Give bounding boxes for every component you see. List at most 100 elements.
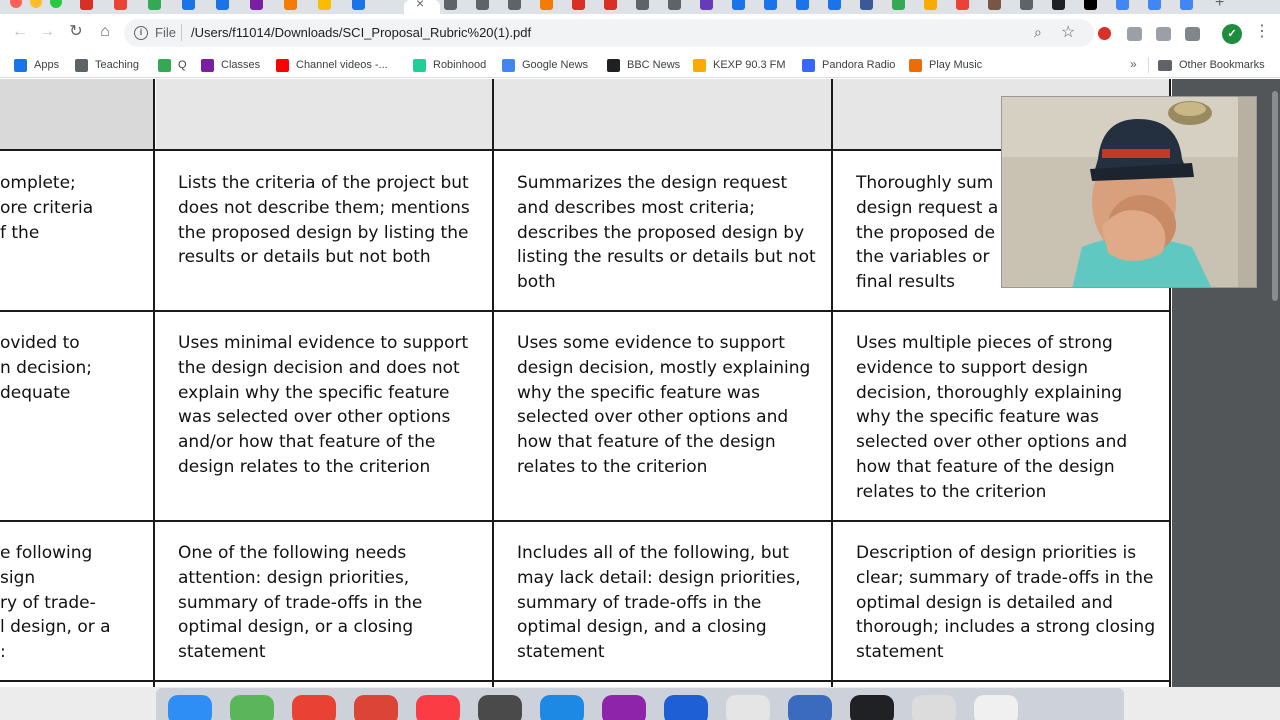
- bookmark-label: Channel videos -...: [296, 59, 388, 71]
- bookmark-item[interactable]: Apps: [14, 56, 59, 74]
- dock-app-icon[interactable]: [292, 695, 336, 720]
- tab-favicon-icon[interactable]: [250, 0, 263, 10]
- tab-favicon-icon[interactable]: [1052, 0, 1065, 10]
- tab-favicon-icon[interactable]: [604, 0, 617, 10]
- bookmark-item[interactable]: Classes: [201, 56, 260, 74]
- tab-favicon-icon[interactable]: [636, 0, 649, 10]
- bookmark-item[interactable]: Google News: [502, 56, 588, 74]
- tab-favicon-icon[interactable]: [1084, 0, 1097, 10]
- news-icon: [502, 58, 515, 72]
- forward-button[interactable]: →: [37, 23, 57, 41]
- address-bar[interactable]: i File /Users/f11014/Downloads/SCI_Propo…: [124, 19, 1094, 47]
- rubric-cell-r2-c3: Uses multiple pieces of strong evidence …: [856, 333, 1128, 502]
- scrollbar-thumb[interactable]: [1272, 91, 1278, 301]
- menu-icon[interactable]: ⋮: [1254, 23, 1270, 41]
- tab-favicon-icon[interactable]: [1180, 0, 1193, 10]
- bookmark-star-icon[interactable]: ☆: [1061, 22, 1075, 42]
- tab-favicon-icon[interactable]: [1116, 0, 1129, 10]
- tab-favicon-icon[interactable]: [860, 0, 873, 10]
- dock-app-icon[interactable]: [912, 695, 956, 720]
- tab-favicon-icon[interactable]: [540, 0, 553, 10]
- tab-favicon-icon[interactable]: [764, 0, 777, 10]
- new-tab-button[interactable]: +: [1215, 0, 1224, 11]
- extension-grid-icon[interactable]: [1156, 27, 1171, 41]
- zoom-icon[interactable]: ⌕: [1034, 24, 1042, 41]
- bookmark-item[interactable]: KEXP 90.3 FM: [693, 56, 786, 74]
- extension-record-icon[interactable]: [1098, 27, 1111, 40]
- tab-favicon-icon[interactable]: [284, 0, 297, 10]
- tab-favicon-icon[interactable]: [732, 0, 745, 10]
- dock-app-icon[interactable]: [726, 695, 770, 720]
- home-button[interactable]: ⌂: [95, 23, 115, 41]
- bookmark-item[interactable]: Teaching: [75, 56, 139, 74]
- tab-favicon-icon[interactable]: [988, 0, 1001, 10]
- profile-avatar[interactable]: ✓: [1222, 24, 1242, 44]
- tab-favicon-icon[interactable]: [508, 0, 521, 10]
- extension-cast-icon[interactable]: [1127, 27, 1142, 41]
- bookmark-item[interactable]: Channel videos -...: [276, 56, 388, 74]
- tab-favicon-icon[interactable]: [114, 0, 127, 10]
- extension-g-icon[interactable]: [1185, 27, 1200, 41]
- url-separator: [181, 24, 182, 41]
- bookmark-item[interactable]: Play Music: [909, 56, 982, 74]
- browser-toolbar: ← → ↻ ⌂ i File /Users/f11014/Downloads/S…: [0, 14, 1280, 52]
- bookmark-item[interactable]: Pandora Radio: [802, 56, 895, 74]
- tab-favicon-icon[interactable]: [892, 0, 905, 10]
- tab-favicon-icon[interactable]: [924, 0, 937, 10]
- bookmark-item[interactable]: Q: [158, 56, 187, 74]
- bookmarks-overflow-icon[interactable]: »: [1130, 57, 1137, 71]
- tab-favicon-icon[interactable]: [1020, 0, 1033, 10]
- tab-favicon-icon[interactable]: [796, 0, 809, 10]
- dock-app-icon[interactable]: [664, 695, 708, 720]
- bookmark-label: Google News: [522, 59, 589, 71]
- tab-favicon-icon[interactable]: [572, 0, 585, 10]
- tab-favicon-icon[interactable]: [828, 0, 841, 10]
- tab-favicon-icon[interactable]: [148, 0, 161, 10]
- tab-favicon-icon[interactable]: [668, 0, 681, 10]
- rubric-cell-r3-c2: Includes all of the following, but may l…: [517, 543, 801, 663]
- url-text[interactable]: /Users/f11014/Downloads/SCI_Proposal_Rub…: [191, 25, 531, 40]
- bookmark-label: Apps: [34, 59, 60, 71]
- minimize-window-button[interactable]: [30, 0, 42, 8]
- dock-app-icon[interactable]: [974, 695, 1018, 720]
- tab-favicon-icon[interactable]: [318, 0, 331, 10]
- dock-app-icon[interactable]: [168, 695, 212, 720]
- tab-favicon-icon[interactable]: [956, 0, 969, 10]
- cell-line: e following: [0, 543, 93, 563]
- webcam-overlay: [1001, 96, 1257, 288]
- dock-app-icon[interactable]: [416, 695, 460, 720]
- tab-favicon-icon[interactable]: [352, 0, 365, 10]
- classes-icon: [201, 58, 214, 72]
- dock-app-icon[interactable]: [230, 695, 274, 720]
- rubric-cell-r1-c1: Lists the criteria of the project but do…: [178, 173, 470, 268]
- rubric-cell-r1-c2: Summarizes the design request and descri…: [517, 173, 816, 293]
- header-cell: [494, 79, 831, 150]
- grid-line: [153, 79, 155, 687]
- rubric-cell-r3-c3: Description of design priorities is clea…: [856, 543, 1156, 663]
- close-tab-icon[interactable]: ×: [416, 0, 424, 10]
- zoom-window-button[interactable]: [50, 0, 62, 8]
- folder-icon: [75, 58, 88, 72]
- other-bookmarks[interactable]: Other Bookmarks: [1158, 56, 1265, 74]
- dock-app-icon[interactable]: [354, 695, 398, 720]
- tab-favicon-icon[interactable]: [216, 0, 229, 10]
- bookmark-item[interactable]: Robinhood: [413, 56, 486, 74]
- dock-app-icon[interactable]: [478, 695, 522, 720]
- tab-favicon-icon[interactable]: [444, 0, 457, 10]
- dock-app-icon[interactable]: [602, 695, 646, 720]
- tab-favicon-icon[interactable]: [80, 0, 93, 10]
- reload-button[interactable]: ↻: [66, 23, 86, 41]
- webcam-person-image: [1002, 97, 1256, 287]
- tab-favicon-icon[interactable]: [700, 0, 713, 10]
- back-button[interactable]: ←: [10, 23, 30, 41]
- info-icon[interactable]: i: [134, 26, 148, 40]
- tab-favicon-icon[interactable]: [1148, 0, 1161, 10]
- tab-favicon-icon[interactable]: [476, 0, 489, 10]
- bookmark-item[interactable]: BBC News: [607, 56, 680, 74]
- browser-window: × + ← → ↻ ⌂ i File /Users/f11014/Downloa…: [0, 0, 1280, 720]
- dock-app-icon[interactable]: [788, 695, 832, 720]
- tab-favicon-icon[interactable]: [182, 0, 195, 10]
- close-window-button[interactable]: [10, 0, 22, 8]
- dock-app-icon[interactable]: [540, 695, 584, 720]
- dock-app-icon[interactable]: [850, 695, 894, 720]
